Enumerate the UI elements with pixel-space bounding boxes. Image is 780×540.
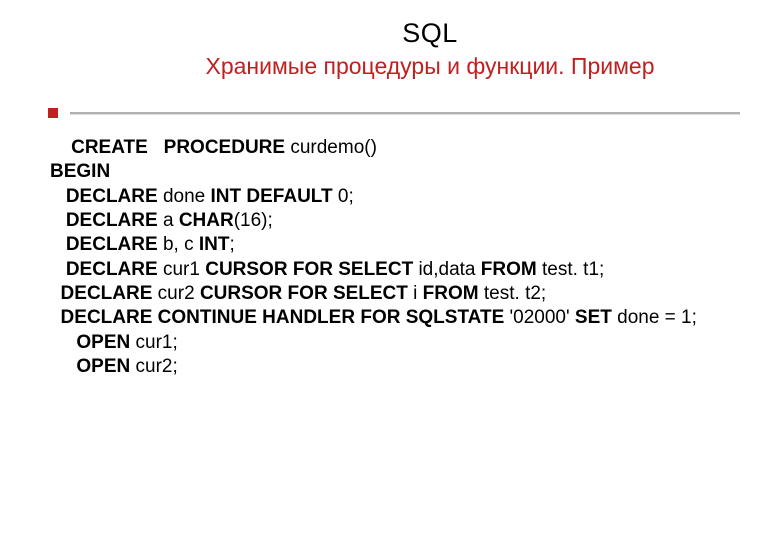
code-kw: OPEN [50,332,130,353]
code-text: test. t2; [479,283,547,304]
code-block: CREATE PROCEDURE curdemo() BEGIN DECLARE… [50,136,740,379]
slide-title: SQL [120,18,740,49]
code-text: cur1 [158,259,206,280]
code-text: cur2 [152,283,200,304]
code-text: test. t1; [537,259,605,280]
code-kw: BEGIN [50,161,110,182]
code-text: i [408,283,423,304]
code-kw: DECLARE [50,234,158,255]
code-kw: CURSOR FOR SELECT [205,259,413,280]
code-text: 0; [333,186,354,207]
code-text: a [158,210,179,231]
code-text: id,data [413,259,481,280]
code-text: cur1; [130,332,178,353]
code-text: cur2; [130,356,178,377]
code-kw: DECLARE [50,186,158,207]
code-text: b, c [158,234,199,255]
code-kw: CHAR [179,210,234,231]
code-text: done [158,186,211,207]
code-kw: INT [199,234,230,255]
code-text: '02000' [504,307,575,328]
title-block: SQL Хранимые процедуры и функции. Пример [120,18,740,80]
divider-row [40,108,740,118]
code-kw: DECLARE [50,283,152,304]
code-text: done = 1; [612,307,697,328]
code-text: (16); [234,210,273,231]
code-kw: DECLARE CONTINUE HANDLER FOR SQLSTATE [50,307,504,328]
code-kw: SET [575,307,612,328]
code-kw: CREATE PROCEDURE [50,137,285,158]
code-kw: CURSOR FOR SELECT [200,283,408,304]
code-kw: INT DEFAULT [211,186,333,207]
slide: SQL Хранимые процедуры и функции. Пример… [0,0,780,540]
code-kw: FROM [481,259,537,280]
bullet-icon [48,108,58,118]
slide-subtitle: Хранимые процедуры и функции. Пример [120,53,740,80]
code-text: curdemo() [285,137,377,158]
code-kw: OPEN [50,356,130,377]
code-kw: DECLARE [50,210,158,231]
divider-line [70,112,740,114]
code-kw: DECLARE [50,259,158,280]
code-text: ; [229,234,234,255]
code-kw: FROM [423,283,479,304]
